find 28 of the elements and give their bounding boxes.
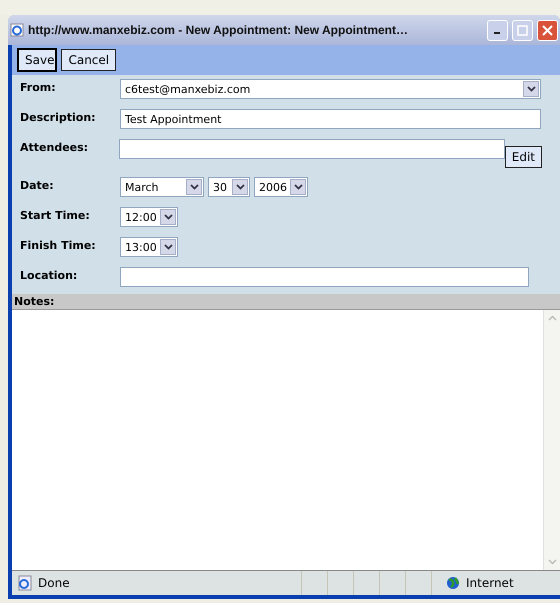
location-field[interactable]: [120, 267, 529, 287]
page-icon: [16, 575, 34, 591]
close-icon[interactable]: [537, 20, 558, 40]
year-dropdown[interactable]: 2006: [254, 177, 308, 197]
time-dropdown[interactable]: 12:00: [120, 207, 178, 227]
time-dropdown[interactable]: 13:00: [120, 237, 178, 257]
field-label: Location:: [20, 268, 78, 282]
month-dropdown[interactable]: March: [120, 177, 204, 197]
attendees-field[interactable]: [119, 139, 505, 159]
from-dropdown[interactable]: c6test@manxebiz.com: [120, 79, 541, 99]
field-label: From:: [20, 80, 57, 94]
description-field[interactable]: Test Appointment: [120, 109, 541, 129]
edit-button[interactable]: Edit: [504, 146, 542, 168]
field-label: Date:: [20, 178, 55, 192]
zone-text: Internet: [466, 576, 515, 590]
field-label: Start Time:: [20, 208, 91, 222]
field-label: Description:: [20, 110, 97, 124]
minimize-icon[interactable]: [487, 20, 508, 40]
cancel-button[interactable]: Cancel: [61, 49, 116, 71]
field-label: Finish Time:: [20, 238, 97, 252]
globe-icon: [446, 576, 460, 590]
day-dropdown[interactable]: 30: [208, 177, 250, 197]
notes-label: Notes:: [12, 294, 560, 309]
browser-icon: [10, 23, 24, 37]
field-label: Attendees:: [20, 140, 90, 154]
save-button[interactable]: Save: [17, 48, 58, 72]
status-text: Done: [38, 576, 70, 590]
window-title: http://www.manxebiz.com - New Appointment: New Appointment…: [28, 23, 409, 37]
